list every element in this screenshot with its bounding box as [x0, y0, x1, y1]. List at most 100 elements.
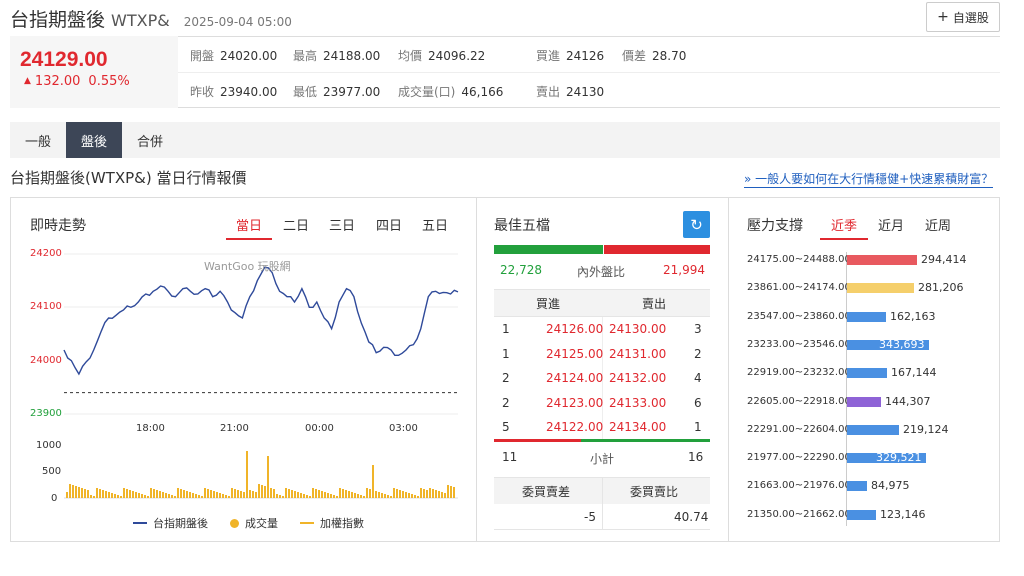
volume-bar [435, 490, 437, 498]
volume-bar [78, 487, 80, 498]
watermark: WantGoo 玩股網 [204, 260, 291, 273]
volume-bar [384, 494, 386, 498]
volume-bar [411, 494, 413, 498]
volume-bar [228, 496, 230, 498]
gap-value: -5 [584, 510, 596, 524]
volume-bar [84, 489, 86, 498]
volume-bar [366, 488, 368, 498]
volume-bar [234, 489, 236, 498]
legend-dot-icon [230, 518, 239, 528]
ask-price: 24130.00 [609, 322, 667, 336]
outer-volume: 21,994 [663, 263, 705, 277]
ask-qty: 2 [694, 347, 702, 361]
pressure-range-label: 21977.00~22290.00 [747, 452, 851, 464]
volume-bar [405, 492, 407, 498]
pressure-tab-month[interactable]: 近月 [878, 215, 904, 234]
volume-bar [300, 493, 302, 498]
pressure-tab-indicator [820, 238, 868, 240]
ask-qty: 6 [694, 396, 702, 410]
volume-bar [357, 494, 359, 498]
pressure-range-label: 23861.00~24174.00 [747, 282, 851, 294]
gap-bottom-line [494, 529, 710, 530]
volume-bar [126, 489, 128, 498]
ratio2-value: 40.74 [674, 510, 709, 524]
volume-bar [99, 489, 101, 498]
volume-bar [264, 486, 266, 498]
pressure-range-label: 22291.00~22604.00 [747, 423, 851, 435]
volume-bar [381, 493, 383, 498]
pressure-bar [847, 255, 917, 265]
volume-bar [69, 484, 71, 498]
ratio2-label: 委買賣比 [630, 485, 679, 499]
volume-bar [216, 492, 218, 498]
subtotal-ask-bar [581, 439, 710, 442]
volume-bar [225, 495, 227, 498]
best-five-title: 最佳五檔 [494, 218, 550, 234]
volume-bar [210, 490, 212, 498]
volume-bar [372, 465, 374, 498]
volume-bar [438, 491, 440, 498]
chart-legend: 台指期盤後 成交量 加權指數 [133, 515, 364, 531]
volume-bar [87, 490, 89, 498]
refresh-button[interactable]: ↻ [683, 211, 710, 238]
legend-line-icon [300, 522, 314, 524]
volume-bar [222, 494, 224, 498]
volume-bar [258, 484, 260, 498]
bid-qty: 1 [502, 347, 510, 361]
volume-bar [333, 495, 335, 498]
ask-price: 24132.00 [609, 371, 667, 385]
volume-bar [96, 488, 98, 498]
volume-bar [129, 490, 131, 498]
volume-bar [240, 491, 242, 498]
pressure-bar [847, 311, 886, 322]
volume-bar [330, 494, 332, 498]
volume-bar [207, 489, 209, 498]
volume-bar [72, 485, 74, 498]
volume-bar [432, 489, 434, 498]
volume-bar [348, 491, 350, 498]
volume-bar [342, 489, 344, 498]
volume-bar [135, 492, 137, 498]
bid-qty: 5 [502, 420, 510, 434]
volume-bar [144, 495, 146, 498]
pressure-value: 343,693 [879, 337, 925, 351]
subtotal-bid-bar [494, 439, 581, 442]
volume-bar [402, 491, 404, 498]
volume-bar [288, 489, 290, 498]
ask-price: 24134.00 [609, 420, 667, 434]
volume-bar [267, 456, 269, 498]
volume-bar [312, 488, 314, 498]
ask-qty: 3 [694, 322, 702, 336]
volume-bar [102, 490, 104, 498]
volume-bar [408, 493, 410, 498]
pressure-value: 219,124 [903, 422, 949, 436]
volume-bar [120, 496, 122, 498]
volume-bars [66, 451, 455, 498]
volume-bar [198, 495, 200, 498]
volume-bar [261, 485, 263, 498]
refresh-icon: ↻ [690, 215, 703, 234]
volume-bar [255, 492, 257, 498]
bid-header: 買進 [536, 297, 561, 311]
pressure-range-label: 24175.00~24488.00 [747, 254, 851, 265]
volume-bar [189, 492, 191, 498]
volume-bar [117, 495, 119, 498]
subtotal-ask: 16 [688, 450, 704, 464]
volume-bar [180, 489, 182, 498]
volume-bar [273, 489, 275, 498]
pressure-bar [847, 424, 899, 435]
best-five-header [494, 289, 710, 317]
pressure-tab-quarter[interactable]: 近季 [831, 215, 857, 234]
volume-bar [132, 491, 134, 498]
volume-bar [150, 488, 152, 498]
volume-bar [249, 490, 251, 498]
volume-bar [90, 495, 92, 498]
pressure-value: 167,144 [891, 366, 937, 380]
volume-bar [447, 485, 449, 498]
pressure-tab-week[interactable]: 近周 [925, 215, 951, 234]
volume-bar [336, 496, 338, 498]
gap-label: 委買賣差 [522, 485, 571, 499]
outer-volume-bar [604, 245, 710, 254]
volume-bar [426, 490, 428, 498]
volume-bar [351, 492, 353, 498]
